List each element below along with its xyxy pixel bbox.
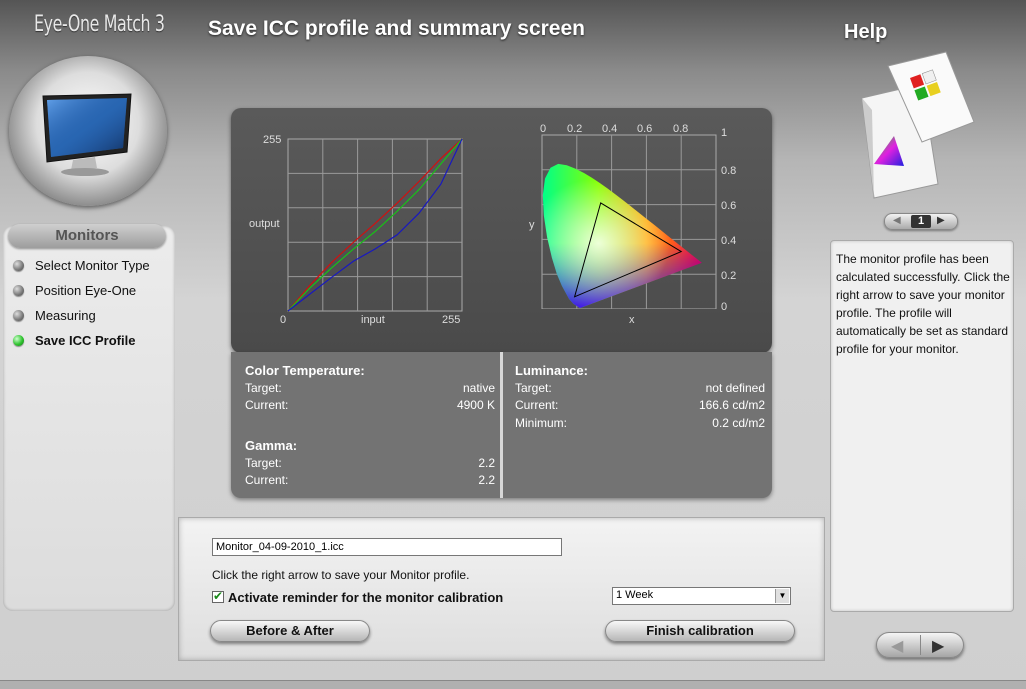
- bottom-strip: [0, 680, 1026, 689]
- next-arrow-icon[interactable]: ▶: [932, 636, 944, 656]
- curves-y-max-label: 255: [263, 134, 282, 146]
- save-instruction: Click the right arrow to save your Monit…: [212, 568, 470, 582]
- status-dot-icon: [13, 285, 24, 296]
- luminance-minimum-label: Minimum:: [515, 416, 568, 430]
- gamut-x-tick-0: 0: [540, 123, 547, 135]
- gamut-y-tick-2: 0.6: [721, 200, 737, 212]
- gamut-y-tick-5: 0: [721, 301, 728, 313]
- help-illustration-icon: [861, 51, 975, 199]
- profile-filename-input[interactable]: Monitor_04-09-2010_1.icc: [212, 538, 562, 556]
- arrow-divider: [920, 635, 921, 655]
- gamut-x-tick-3: 0.6: [637, 123, 653, 135]
- sidebar-item-label: Measuring: [35, 308, 96, 323]
- gamut-y-tick-4: 0.2: [721, 270, 737, 282]
- reminder-label[interactable]: Activate reminder for the monitor calibr…: [228, 590, 503, 605]
- finish-calibration-button[interactable]: Finish calibration: [605, 620, 795, 642]
- luminance-heading: Luminance:: [515, 363, 588, 378]
- color-temp-target-value: native: [462, 381, 495, 395]
- help-text: The monitor profile has been calculated …: [836, 252, 1010, 356]
- calibration-curves-chart: [287, 138, 463, 312]
- luminance-current-value: 166.6 cd/m2: [698, 398, 765, 412]
- navigation-arrows: ◀ ▶: [876, 632, 964, 658]
- gamut-x-tick-2: 0.4: [602, 123, 618, 135]
- page-title: Save ICC profile and summary screen: [208, 17, 585, 40]
- back-arrow-icon[interactable]: ◀: [891, 636, 903, 656]
- curves-plot-frame: [287, 138, 463, 312]
- reminder-interval-select[interactable]: 1 Week ▼: [612, 587, 791, 605]
- sidebar-item-select-monitor-type[interactable]: Select Monitor Type: [13, 258, 150, 273]
- curves-x-axis-label: input: [361, 314, 385, 326]
- curves-y-axis-label: output: [249, 218, 280, 230]
- help-page-number: 1: [911, 215, 931, 228]
- luminance-current-label: Current:: [515, 398, 559, 412]
- sidebar-item-label: Position Eye-One: [35, 283, 137, 298]
- sidebar-item-save-icc-profile[interactable]: Save ICC Profile: [13, 333, 135, 348]
- help-title: Help: [844, 21, 888, 43]
- sidebar-item-position-eye-one[interactable]: Position Eye-One: [13, 283, 136, 298]
- sidebar-item-label: Save ICC Profile: [35, 333, 136, 348]
- color-temp-current-label: Current:: [245, 398, 289, 412]
- gamma-target-value: 2.2: [478, 456, 495, 470]
- color-temp-current-value: 4900 K: [456, 398, 495, 412]
- pager-next-icon[interactable]: ▶: [937, 215, 945, 226]
- curves-x-min-label: 0: [280, 314, 287, 326]
- curves-x-max-label: 255: [442, 314, 461, 326]
- gamut-x-tick-4: 0.8: [673, 123, 689, 135]
- gamut-y-tick-1: 0.8: [721, 165, 737, 177]
- pager-prev-icon[interactable]: ◀: [893, 215, 901, 226]
- sidebar-item-measuring[interactable]: Measuring: [13, 308, 96, 323]
- luminance-target-value: not defined: [705, 381, 765, 395]
- gamma-target-label: Target:: [245, 456, 282, 470]
- app-title: Eye-One Match 3: [34, 12, 165, 37]
- gamut-y-axis-label: y: [529, 219, 535, 231]
- summary-divider: [500, 352, 503, 498]
- color-temp-target-label: Target:: [245, 381, 282, 395]
- color-gamut-chart: [541, 134, 717, 309]
- curve-series-1: [287, 138, 463, 312]
- status-dot-icon: [13, 310, 24, 321]
- gamut-y-tick-3: 0.4: [721, 235, 737, 247]
- reminder-checkbox[interactable]: [212, 589, 224, 603]
- monitors-section-header: Monitors: [8, 224, 166, 248]
- gamma-current-value: 2.2: [478, 473, 495, 487]
- help-pager: ◀ 1 ▶: [884, 213, 958, 230]
- gamma-current-label: Current:: [245, 473, 289, 487]
- sidebar-item-label: Select Monitor Type: [35, 258, 150, 273]
- active-status-dot-icon: [13, 335, 24, 346]
- color-temperature-heading: Color Temperature:: [245, 363, 365, 378]
- curve-series-2: [287, 138, 463, 312]
- gamut-x-tick-1: 0.2: [567, 123, 583, 135]
- curve-series-0: [287, 138, 463, 312]
- gamut-x-axis-label: x: [629, 314, 635, 326]
- luminance-minimum-value: 0.2 cd/m2: [712, 416, 765, 430]
- spectral-locus-white-point: [542, 163, 702, 309]
- dropdown-arrow-icon[interactable]: ▼: [775, 589, 789, 603]
- before-after-button[interactable]: Before & After: [210, 620, 370, 642]
- gamut-y-tick-0: 1: [721, 127, 728, 139]
- reminder-interval-value: 1 Week: [616, 589, 654, 601]
- luminance-target-label: Target:: [515, 381, 552, 395]
- gamma-heading: Gamma:: [245, 438, 298, 453]
- status-dot-icon: [13, 260, 24, 271]
- monitor-icon: [9, 56, 167, 206]
